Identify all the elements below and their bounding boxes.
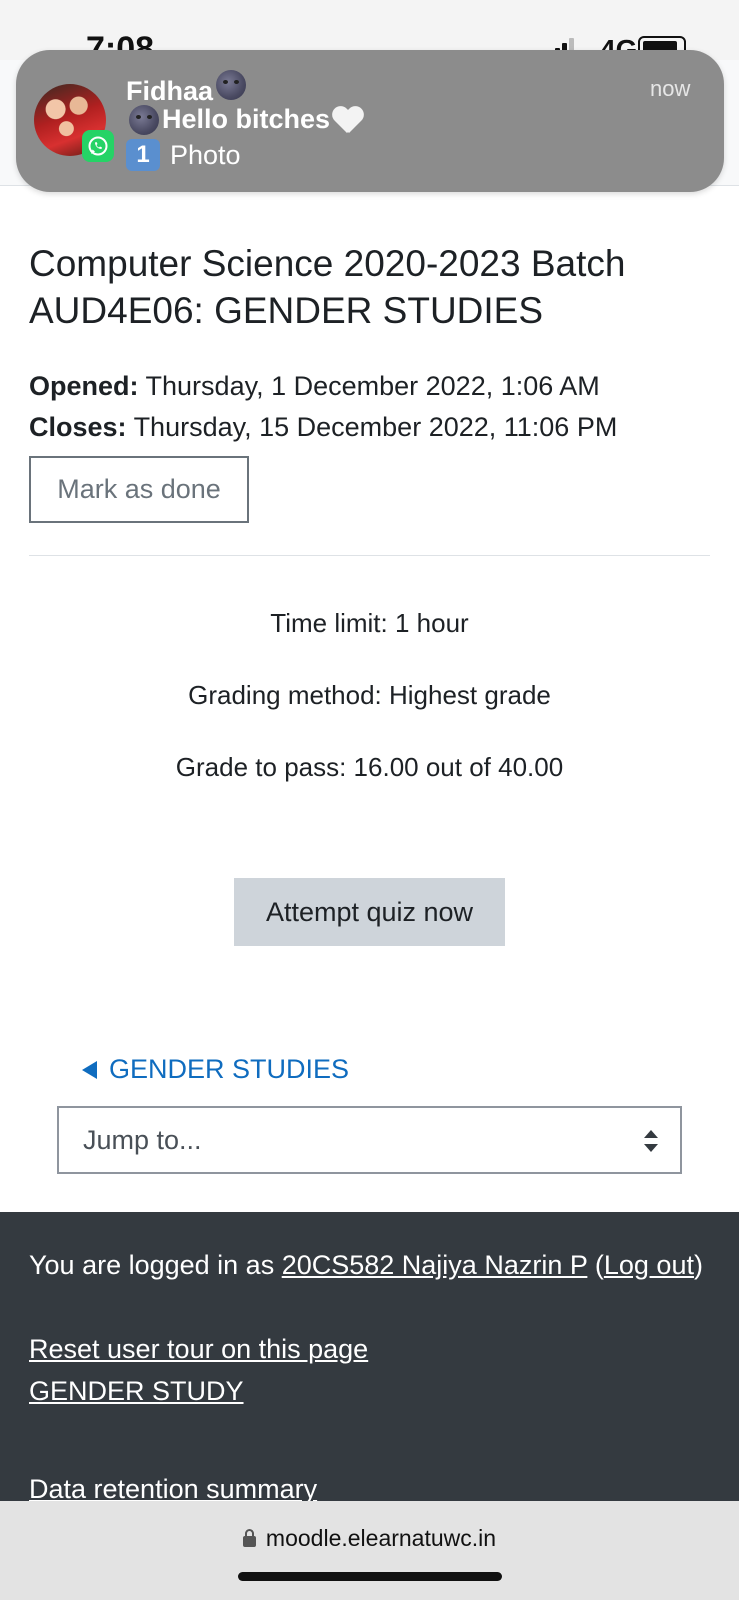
notification-time: now — [650, 76, 691, 101]
notification-sender: Fidhaa — [126, 70, 249, 107]
reset-user-tour-link[interactable]: Reset user tour on this page — [29, 1328, 368, 1370]
logout-link[interactable]: Log out — [604, 1250, 694, 1280]
quiz-dates: Opened: Thursday, 1 December 2022, 1:06 … — [29, 366, 617, 448]
lock-icon — [242, 1529, 256, 1547]
user-profile-link[interactable]: 20CS582 Najiya Nazrin P — [282, 1250, 588, 1280]
login-info: You are logged in as 20CS582 Najiya Nazr… — [29, 1250, 703, 1280]
keycap-one-icon: 1 — [126, 139, 160, 171]
mark-as-done-button[interactable]: Mark as done — [29, 456, 249, 523]
closes-date: Closes: Thursday, 15 December 2022, 11:0… — [29, 412, 618, 442]
moon-emoji-icon — [129, 104, 159, 135]
url-display[interactable]: moodle.elearnatuwc.in — [0, 1525, 739, 1552]
jump-to-value: Jump to... — [83, 1124, 202, 1155]
whatsapp-notification[interactable] — [16, 50, 724, 192]
page-footer: You are logged in as 20CS582 Najiya Nazr… — [0, 1212, 739, 1504]
notification-message: Hello bitches — [126, 104, 364, 135]
triangle-left-icon — [82, 1060, 97, 1079]
jump-to-select[interactable]: Jump to... — [57, 1106, 682, 1174]
previous-activity-link[interactable]: GENDER STUDIES — [82, 1054, 349, 1085]
white-heart-icon — [332, 105, 364, 135]
footer-links: Reset user tour on this page GENDER STUD… — [29, 1328, 368, 1412]
moon-emoji-icon — [216, 70, 247, 100]
page-title: Computer Science 2020-2023 Batch AUD4E06… — [29, 243, 626, 331]
home-indicator[interactable] — [238, 1572, 502, 1581]
time-limit: Time limit: 1 hour — [270, 608, 469, 638]
grade-to-pass: Grade to pass: 16.00 out of 40.00 — [175, 752, 564, 782]
opened-date: Opened: Thursday, 1 December 2022, 1:06 … — [29, 371, 600, 401]
notification-attachment: 1 Photo — [126, 139, 241, 171]
attempt-quiz-button[interactable]: Attempt quiz now — [234, 878, 505, 946]
select-arrows-icon — [644, 1130, 658, 1152]
course-home-link[interactable]: GENDER STUDY — [29, 1370, 368, 1412]
grading-method: Grading method: Highest grade — [188, 680, 551, 710]
divider — [29, 555, 710, 556]
browser-address-bar[interactable]: moodle.elearnatuwc.in — [0, 1501, 739, 1600]
whatsapp-icon — [82, 130, 114, 162]
